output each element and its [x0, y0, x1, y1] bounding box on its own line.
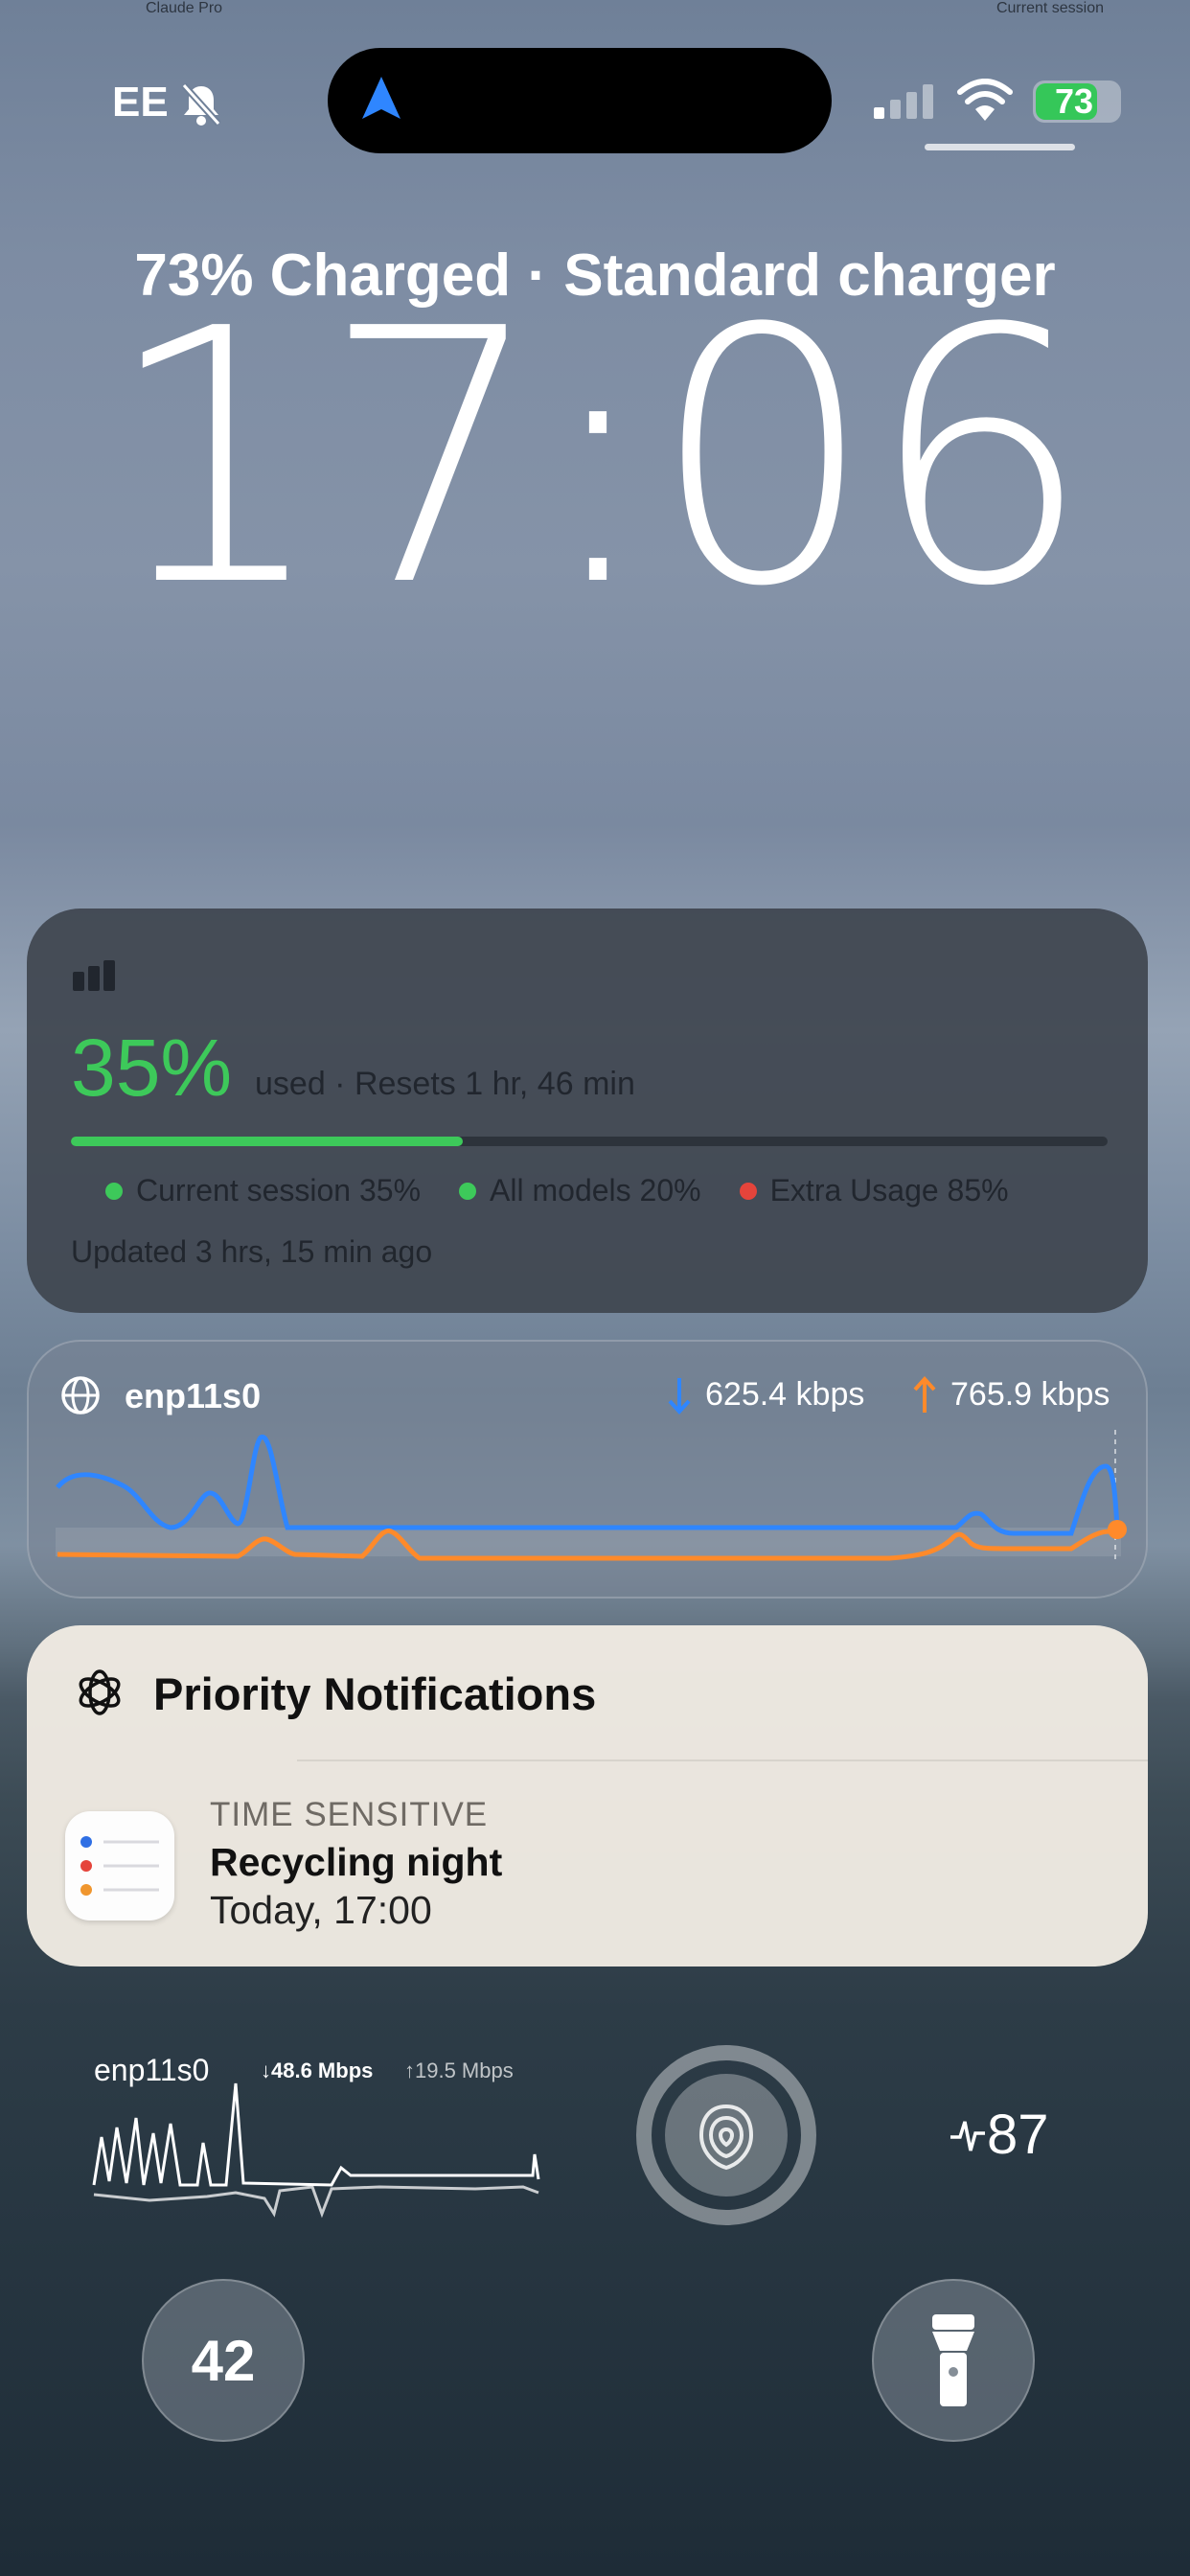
left-quick-action-value: 42 — [191, 2328, 256, 2393]
battery-percent: 73 — [1054, 81, 1094, 121]
legend-item: Extra Usage 85% — [739, 1173, 1009, 1208]
claude-legend: Current session 35% All models 20% Extra… — [105, 1173, 1009, 1208]
legend-label: Extra Usage 85% — [769, 1173, 1009, 1208]
globe-icon — [61, 1376, 100, 1414]
network-interface: enp11s0 — [125, 1376, 262, 1415]
fingerprint-focus-icon — [698, 2104, 754, 2171]
signal-icon — [874, 84, 933, 119]
lock-time: 17:06 — [103, 255, 1092, 663]
legend-label: All models 20% — [490, 1173, 701, 1208]
legend-dot — [459, 1182, 477, 1200]
heart-rate-icon — [950, 2121, 985, 2151]
download-arrow-icon — [668, 1378, 691, 1414]
status-indicator-line — [925, 144, 1075, 150]
claude-progress-fill — [71, 1137, 463, 1146]
claude-scope: Current session — [995, 0, 1104, 16]
legend-label: Current session 35% — [136, 1173, 422, 1208]
notification-time: Today, 17:00 — [210, 1888, 432, 1932]
notification-divider — [297, 1760, 1148, 1761]
legend-dot — [739, 1182, 757, 1200]
upload-current-point — [1108, 1520, 1127, 1539]
download-series-line — [56, 1435, 1120, 1536]
legend-item: Current session 35% — [105, 1173, 421, 1208]
legend-dot — [105, 1182, 123, 1200]
heart-rate-value: 87 — [987, 2104, 1049, 2166]
notification-kind: TIME SENSITIVE — [210, 1796, 489, 1833]
location-arrow-icon — [362, 77, 400, 119]
network-up-rate: 765.9 kbps — [950, 1376, 1110, 1413]
small-network-graph[interactable] — [92, 2080, 542, 2223]
notification-group-title: Priority Notifications — [153, 1668, 597, 1719]
apple-intelligence-icon — [79, 1669, 121, 1715]
carrier-label: EE — [112, 79, 169, 126]
flashlight-icon — [932, 2314, 974, 2406]
upload-arrow-icon — [913, 1376, 936, 1413]
left-quick-action-button[interactable]: 42 — [142, 2279, 305, 2442]
network-down-rate: 625.4 kbps — [705, 1376, 865, 1413]
claude-plan-name: Claude Pro — [146, 0, 223, 16]
flashlight-button[interactable] — [872, 2279, 1035, 2442]
legend-item: All models 20% — [459, 1173, 701, 1208]
wifi-icon — [957, 79, 1013, 121]
claude-usage-text: used · Resets 1 hr, 46 min — [255, 1066, 635, 1102]
bell-slash-icon — [181, 82, 221, 126]
bar-chart-icon — [73, 960, 115, 991]
network-graph — [56, 1430, 1127, 1564]
reminders-icon — [65, 1811, 174, 1920]
battery-charging-icon: 73 — [1033, 80, 1121, 123]
claude-updated: Updated 3 hrs, 15 min ago — [71, 1234, 433, 1269]
claude-usage-percent: 35% — [71, 1023, 233, 1113]
notification-headline: Recycling night — [210, 1840, 503, 1884]
